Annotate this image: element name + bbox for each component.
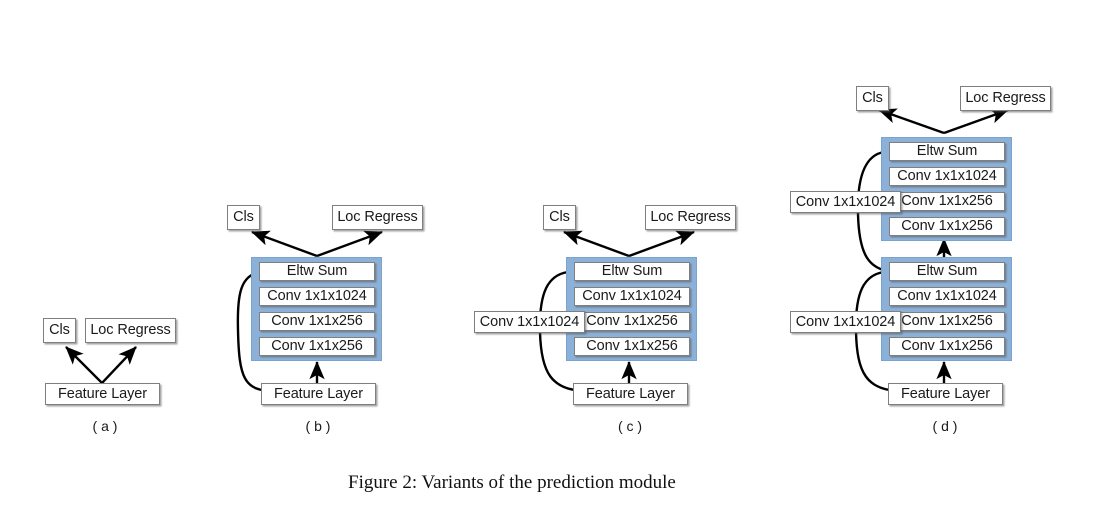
- panel-c-conv-1024-box[interactable]: Conv 1x1x1024: [574, 287, 690, 306]
- panel-d-upper-conv-256-box-2[interactable]: Conv 1x1x256: [889, 217, 1005, 236]
- panel-b-eltw-sum-box[interactable]: Eltw Sum: [259, 262, 375, 281]
- panel-c-conv-256-box-1[interactable]: Conv 1x1x256: [574, 312, 690, 331]
- panel-b-label: ( b ): [305, 418, 331, 434]
- panel-c-conv-256-box-2[interactable]: Conv 1x1x256: [574, 337, 690, 356]
- panel-b-loc-regress-box[interactable]: Loc Regress: [332, 205, 423, 230]
- panel-d-lower-conv-1024-box[interactable]: Conv 1x1x1024: [889, 287, 1005, 306]
- arrow-eltw-to-cls: [251, 230, 318, 258]
- panel-d-upper-eltw-sum-box[interactable]: Eltw Sum: [889, 142, 1005, 161]
- panel-d-label: ( d ): [932, 418, 958, 434]
- figure-canvas: Cls Loc Regress Feature Layer ( a ) Cls …: [0, 0, 1118, 524]
- panel-d-loc-regress-box[interactable]: Loc Regress: [960, 86, 1051, 111]
- panel-d-lower-conv-256-box-2[interactable]: Conv 1x1x256: [889, 337, 1005, 356]
- panel-c-feature-layer-box[interactable]: Feature Layer: [573, 383, 688, 405]
- panel-c-eltw-sum-box[interactable]: Eltw Sum: [574, 262, 690, 281]
- panel-d-feature-layer-box[interactable]: Feature Layer: [888, 383, 1003, 405]
- panel-d-lower-conv-256-box-1[interactable]: Conv 1x1x256: [889, 312, 1005, 331]
- panel-b-conv-1024-box[interactable]: Conv 1x1x1024: [259, 287, 375, 306]
- arrow-eltw-to-loc: [628, 230, 695, 258]
- figure-caption: Figure 2: Variants of the prediction mod…: [348, 472, 676, 493]
- arrow-upper-eltw-to-cls: [878, 108, 945, 135]
- panel-a-label: ( a ): [92, 418, 118, 434]
- arrow-feature-to-loc: [101, 346, 137, 384]
- panel-d-upper-conv-1024-box[interactable]: Conv 1x1x1024: [889, 167, 1005, 186]
- panel-b-cls-box[interactable]: Cls: [227, 205, 260, 230]
- panel-c-cls-box[interactable]: Cls: [543, 205, 576, 230]
- panel-a-feature-layer-box[interactable]: Feature Layer: [45, 383, 160, 405]
- panel-a-loc-regress-box[interactable]: Loc Regress: [85, 318, 176, 343]
- panel-b-feature-layer-box[interactable]: Feature Layer: [261, 383, 376, 405]
- panel-a-connectors: [65, 346, 137, 384]
- panel-c-label: ( c ): [617, 418, 643, 434]
- arrow-eltw-to-cls: [563, 230, 630, 258]
- panel-c-skip-conv-1024-box[interactable]: Conv 1x1x1024: [474, 311, 585, 333]
- panel-d-cls-box[interactable]: Cls: [856, 86, 889, 111]
- panel-c-loc-regress-box[interactable]: Loc Regress: [645, 205, 736, 230]
- panel-a-cls-box[interactable]: Cls: [43, 318, 76, 343]
- panel-d-lower-skip-conv-1024-box[interactable]: Conv 1x1x1024: [790, 311, 901, 333]
- panel-b-conv-256-box-2[interactable]: Conv 1x1x256: [259, 337, 375, 356]
- arrow-upper-eltw-to-loc: [943, 108, 1009, 135]
- panel-b-conv-256-box-1[interactable]: Conv 1x1x256: [259, 312, 375, 331]
- panel-d-upper-skip-conv-1024-box[interactable]: Conv 1x1x1024: [790, 191, 901, 213]
- panel-d-lower-eltw-sum-box[interactable]: Eltw Sum: [889, 262, 1005, 281]
- panel-d-upper-conv-256-box-1[interactable]: Conv 1x1x256: [889, 192, 1005, 211]
- arrow-eltw-to-loc: [316, 230, 383, 258]
- arrow-feature-to-cls: [65, 346, 103, 384]
